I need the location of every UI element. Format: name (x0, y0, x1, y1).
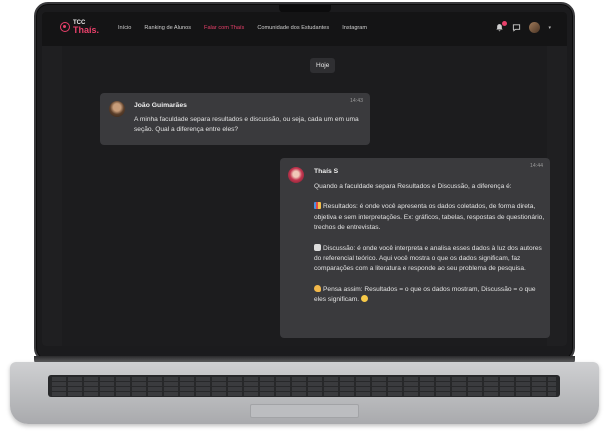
bar-chart-icon (314, 202, 321, 210)
top-navigation-bar: TCC Thaís. Início Ranking de Alunos Fala… (42, 12, 567, 46)
message-paragraph: Quando a faculdade separa Resultados e D… (314, 183, 512, 190)
messages-icon[interactable] (512, 23, 521, 32)
message-paragraph-discussion: Discussão: é onde você interpreta e anal… (314, 243, 546, 275)
message-paragraph-summary: Pensa assim: Resultados = o que os dados… (314, 284, 546, 306)
touchpad (250, 404, 359, 418)
chat-message: João Guimarães 14:43 A minha faculdade s… (100, 93, 370, 145)
avatar (288, 167, 304, 183)
avatar (109, 101, 125, 117)
message-time: 14:43 (350, 98, 363, 104)
main-nav: Início Ranking de Alunos Falar com Thaís… (118, 25, 367, 31)
pointing-hand-icon (314, 284, 321, 292)
message-author: Thaís S (314, 168, 339, 175)
message-author: João Guimarães (134, 102, 187, 109)
user-avatar[interactable] (529, 22, 541, 33)
chevron-down-icon[interactable]: ▾ (548, 25, 551, 31)
nav-item-comunidade[interactable]: Comunidade dos Estudantes (257, 25, 329, 31)
keyboard (48, 375, 560, 397)
notification-badge (502, 21, 508, 26)
logo-icon (60, 22, 70, 32)
nav-item-instagram[interactable]: Instagram (342, 25, 367, 31)
message-body: Quando a faculdade separa Resultados e D… (314, 182, 546, 306)
nav-item-inicio[interactable]: Início (118, 25, 131, 31)
screen: TCC Thaís. Início Ranking de Alunos Fala… (42, 12, 567, 346)
message-text: A minha faculdade separa resultados e di… (134, 116, 359, 134)
logo[interactable]: TCC Thaís. (60, 20, 100, 35)
logo-line2: Thaís. (73, 25, 100, 35)
logo-text: TCC Thaís. (73, 20, 100, 35)
message-paragraph-results: Resultados: é onde você apresenta os dad… (314, 202, 546, 233)
nav-item-falar-com-thais[interactable]: Falar com Thaís (204, 25, 244, 31)
message-paragraph-text: Resultados: é onde você apresenta os dad… (314, 203, 545, 232)
keyboard-row (52, 392, 556, 396)
smile-emoji-icon (360, 295, 368, 303)
message-paragraph-text: Pensa assim: Resultados = o que os dados… (314, 285, 536, 304)
date-separator: Hoje (310, 58, 336, 73)
message-time: 14:44 (530, 163, 543, 169)
notifications-icon[interactable] (495, 21, 508, 32)
header-icons: ▾ (495, 21, 551, 33)
keyboard-row (52, 377, 556, 381)
chat-message: Thaís S 14:44 Quando a faculdade separa … (280, 158, 550, 338)
chat-area: Hoje João Guimarães 14:43 A minha faculd… (62, 46, 550, 346)
message-paragraph-text: Discussão: é onde você interpreta e anal… (314, 244, 542, 273)
keyboard-row (52, 387, 556, 391)
speech-bubble-icon (314, 243, 321, 251)
nav-item-ranking[interactable]: Ranking de Alunos (144, 25, 191, 31)
keyboard-row (52, 382, 556, 386)
laptop-frame: TCC Thaís. Início Ranking de Alunos Fala… (0, 0, 609, 433)
